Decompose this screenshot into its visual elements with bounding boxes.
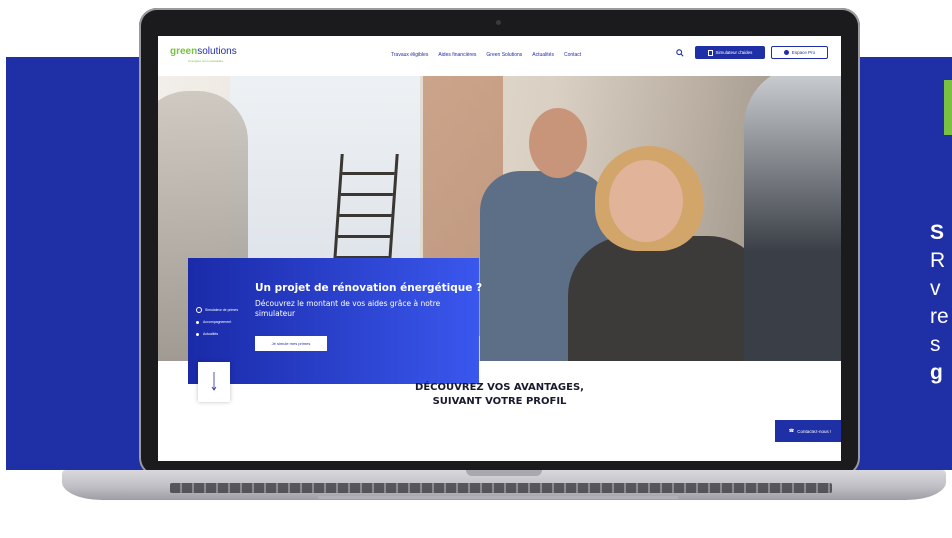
nav-green-solutions[interactable]: Green Solutions (486, 52, 522, 58)
person-right (744, 76, 841, 361)
pro-space-button-label: Espace Pro (791, 50, 816, 55)
hero-text: Découvrez le montant de vos aides grâce … (255, 299, 441, 318)
section-title-line1: DÉCOUVREZ VOS AVANTAGES, (415, 382, 584, 393)
logo-solutions: solutions (197, 46, 237, 57)
simulator-button[interactable]: Simulateur d'aides (695, 46, 765, 59)
camera-icon (496, 20, 501, 25)
woman-body (568, 236, 768, 361)
main-nav: Travaux éligibles Aides financières Gree… (391, 52, 581, 58)
teaser-line: re (930, 305, 949, 328)
logo-tagline: énergies renouvelables (188, 59, 223, 63)
section-title-line2: SUIVANT VOTRE PROFIL (432, 396, 567, 407)
nav-travaux[interactable]: Travaux éligibles (391, 52, 428, 58)
hero-side-nav: Simulateur de primes Accompagnement Actu… (196, 304, 238, 340)
side-nav-item[interactable]: Accompagnement (196, 316, 238, 328)
teaser-line: g (930, 361, 943, 384)
hero-card: Simulateur de primes Accompagnement Actu… (188, 258, 483, 384)
logo[interactable]: greensolutions (170, 46, 237, 57)
side-nav-label: Simulateur de primes (205, 308, 239, 312)
simulate-cta-button[interactable]: Je simule mes primes (255, 336, 327, 351)
laptop-notch (466, 470, 542, 476)
side-nav-item[interactable]: Actualités (196, 328, 238, 340)
pro-space-button[interactable]: Espace Pro (771, 46, 828, 59)
step-dot-icon (196, 320, 199, 324)
contact-button-label: Contactez-nous ! (797, 428, 832, 434)
side-nav-item[interactable]: Simulateur de primes (196, 304, 238, 316)
section-title: DÉCOUVREZ VOS AVANTAGES, SUIVANT VOTRE P… (158, 381, 841, 409)
nav-actualites[interactable]: Actualités (532, 52, 554, 58)
calculator-icon (707, 49, 713, 56)
site-header: greensolutions énergies renouvelables Tr… (158, 36, 841, 76)
nav-contact[interactable]: Contact (564, 52, 581, 58)
logo-green: green (170, 46, 198, 57)
trackpad-edge (318, 496, 678, 499)
phone-icon: ☎ (788, 428, 795, 433)
woman-face (609, 160, 683, 242)
simulator-button-label: Simulateur d'aides (715, 50, 753, 55)
teaser-line: v (930, 277, 941, 300)
user-icon (783, 50, 789, 55)
teaser-line: s (930, 333, 941, 356)
hero-title: Un projet de rénovation énergétique ? (255, 282, 483, 294)
active-step-icon (196, 307, 202, 314)
green-accent-block (944, 80, 952, 135)
nav-aides[interactable]: Aides financières (438, 52, 476, 58)
teaser-line: R (930, 249, 946, 272)
laptop-lid: greensolutions énergies renouvelables Tr… (139, 8, 860, 476)
teaser-text: S R v re s g (930, 80, 952, 387)
step-dot-icon (196, 332, 199, 336)
side-nav-label: Accompagnement (203, 320, 232, 324)
keyboard (170, 483, 832, 493)
teaser-line: S (930, 221, 945, 244)
man-head (529, 108, 587, 178)
side-nav-label: Actualités (203, 332, 219, 336)
contact-button[interactable]: ☎ Contactez-nous ! (775, 420, 841, 442)
laptop-screen: greensolutions énergies renouvelables Tr… (158, 36, 841, 461)
search-icon[interactable] (676, 49, 684, 57)
